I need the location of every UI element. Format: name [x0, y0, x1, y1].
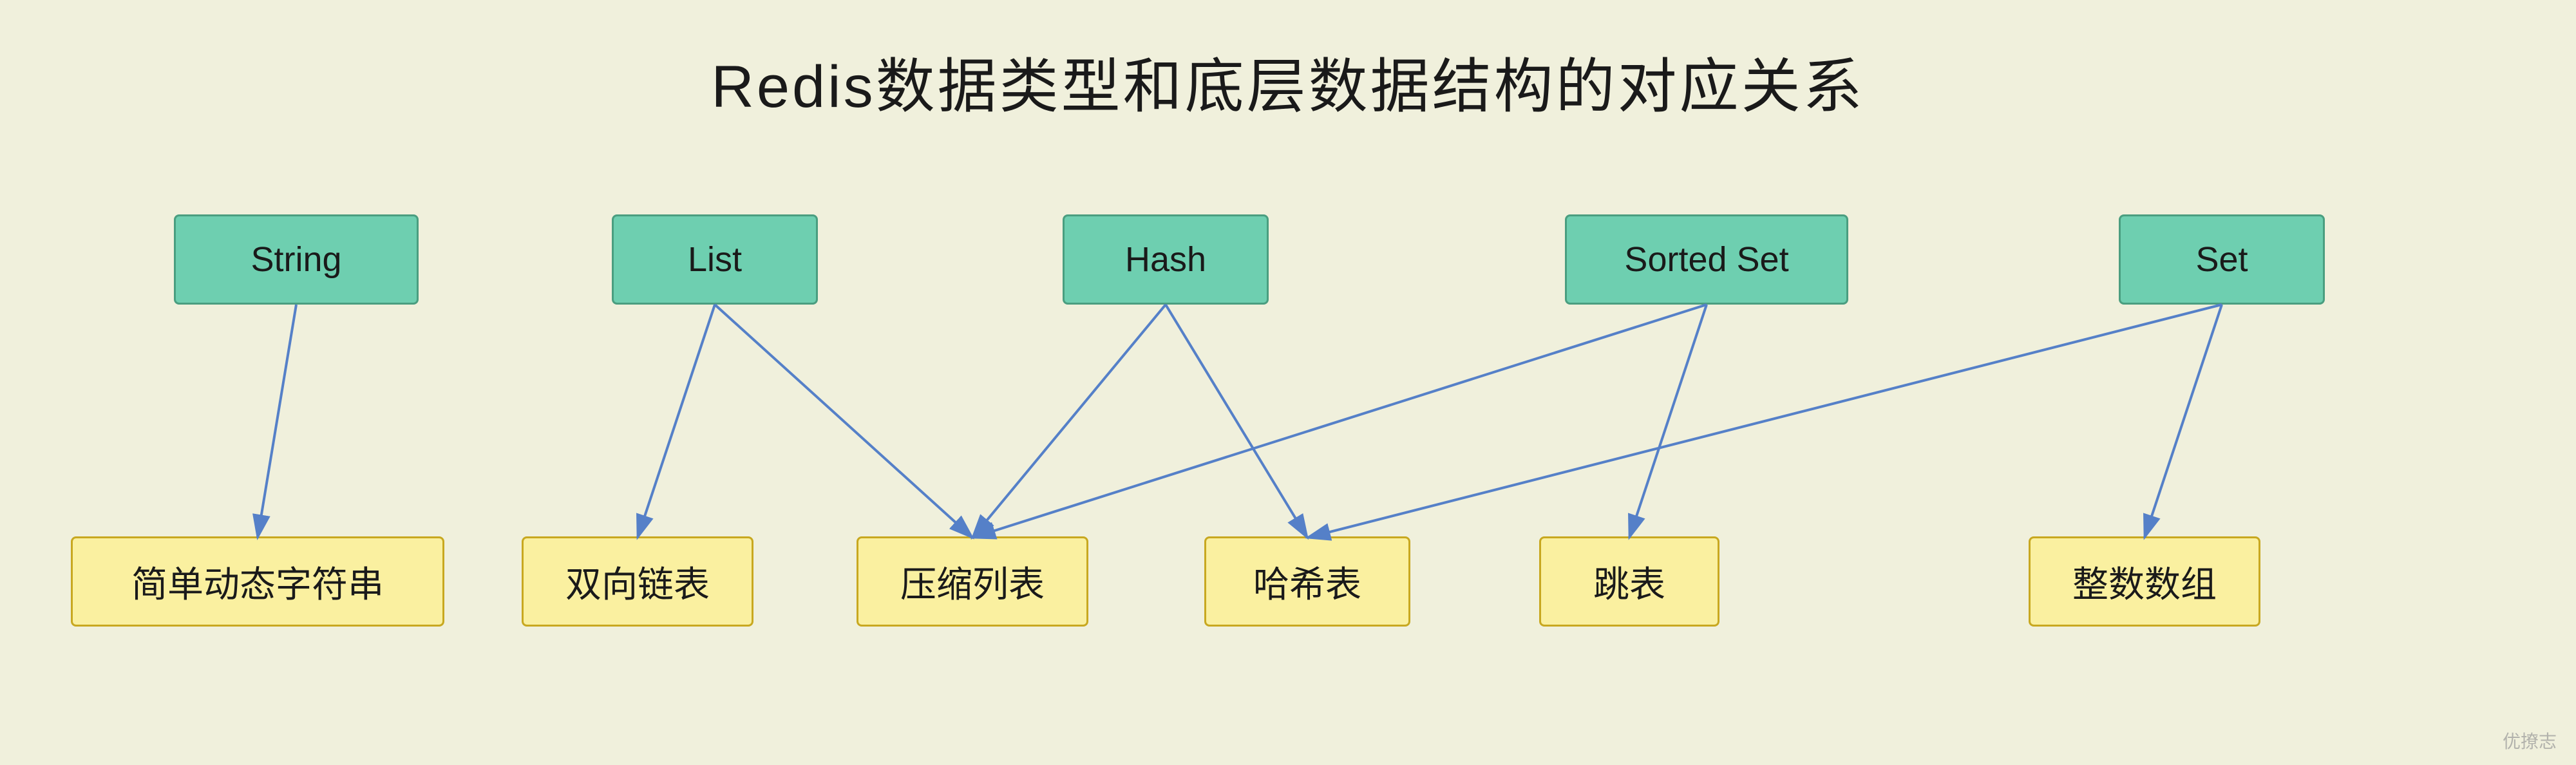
arrow-list-ziplist — [715, 305, 972, 538]
arrow-hash-ziplist — [972, 305, 1166, 538]
bottom-box-hashtable: 哈希表 — [1204, 536, 1410, 627]
bottom-box-sds: 简单动态字符串 — [71, 536, 444, 627]
arrow-sorted-set-ziplist — [972, 305, 1707, 538]
top-box-list: List — [612, 214, 818, 305]
arrow-string-sds — [258, 305, 296, 538]
bottom-box-intset: 整数数组 — [2029, 536, 2260, 627]
arrow-set-intset — [2145, 305, 2222, 538]
top-box-string: String — [174, 214, 419, 305]
arrow-set-hashtable — [1307, 305, 2222, 538]
diagram-area: String List Hash Sorted Set Set 简单动态字符串双向链表 压缩… — [32, 163, 2544, 742]
bottom-box-skiplist: 跳表 — [1539, 536, 1719, 627]
top-box-hash: Hash — [1063, 214, 1269, 305]
arrow-hash-hashtable — [1166, 305, 1307, 538]
page-container: Redis数据类型和底层数据结构的对应关系 String List Hash Sort… — [0, 0, 2576, 765]
page-title: Redis数据类型和底层数据结构的对应关系 — [711, 39, 1864, 124]
top-box-sorted-set: Sorted Set — [1565, 214, 1848, 305]
arrow-sorted-set-skiplist — [1629, 305, 1707, 538]
bottom-box-ziplist: 压缩列表 — [857, 536, 1088, 627]
top-box-set: Set — [2119, 214, 2325, 305]
bottom-box-linkedlist: 双向链表 — [522, 536, 753, 627]
watermark: 优撩志 — [2503, 728, 2557, 753]
arrow-list-linkedlist — [638, 305, 715, 538]
